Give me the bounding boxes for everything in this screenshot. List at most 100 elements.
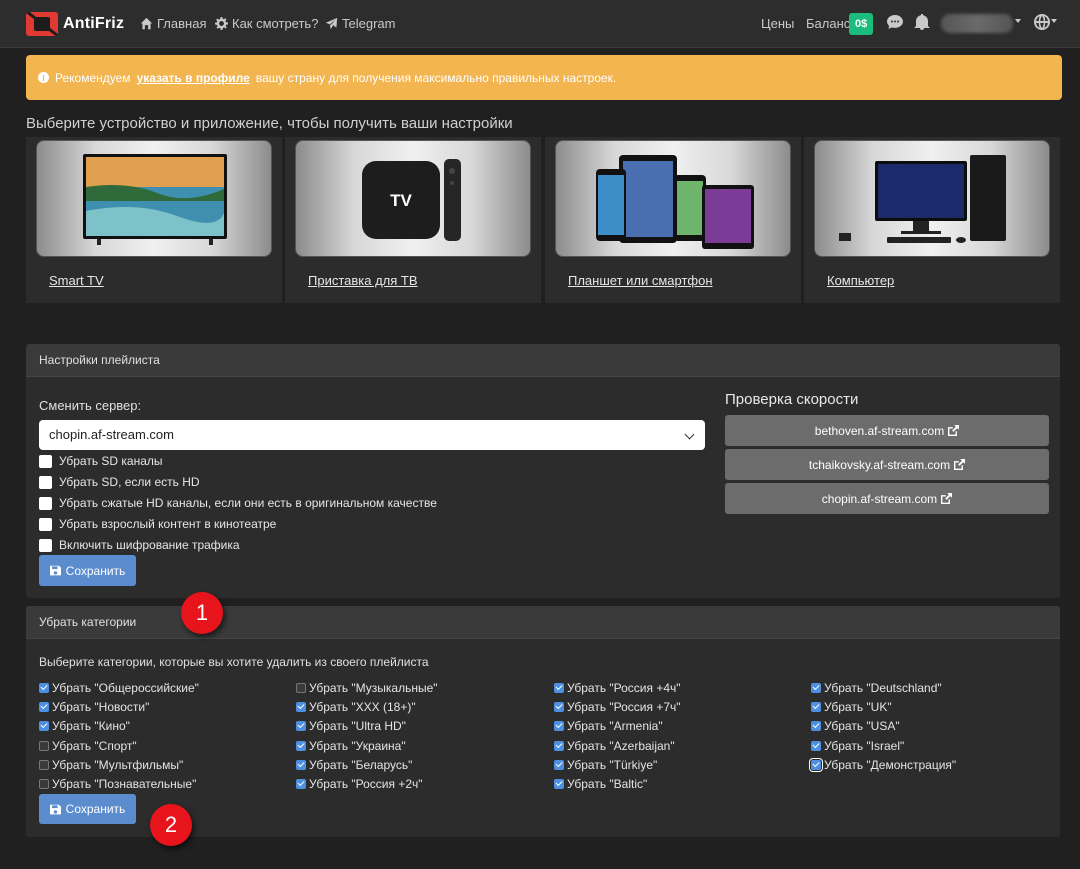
- option-remove-adult[interactable]: Убрать взрослый контент в кинотеатре: [39, 517, 276, 531]
- external-link-icon: [954, 459, 966, 470]
- nav-balance-label[interactable]: Баланс: [806, 16, 850, 31]
- category-item[interactable]: Убрать "Armenia": [554, 719, 663, 733]
- checkbox-unchecked[interactable]: [39, 760, 49, 770]
- speed-server-label: bethoven.af-stream.com: [814, 423, 945, 438]
- category-item[interactable]: Убрать "UK": [811, 700, 892, 714]
- speed-server-bethoven[interactable]: bethoven.af-stream.com: [725, 415, 1049, 446]
- checkbox-checked[interactable]: [296, 721, 306, 731]
- device-label-computer[interactable]: Компьютер: [827, 273, 894, 288]
- checkbox-checked[interactable]: [39, 683, 49, 693]
- category-item[interactable]: Убрать "Украина": [296, 739, 406, 753]
- device-card-tablet-phone[interactable]: Планшет или смартфон: [545, 137, 801, 303]
- category-item[interactable]: Убрать "Israel": [811, 739, 904, 753]
- device-card-smart-tv[interactable]: Smart TV: [26, 137, 282, 303]
- checkbox-checked[interactable]: [811, 741, 821, 751]
- nav-home[interactable]: Главная: [140, 16, 206, 31]
- checkbox-checked[interactable]: [39, 721, 49, 731]
- checkbox-checked[interactable]: [296, 702, 306, 712]
- category-item[interactable]: Убрать "Türkiye": [554, 758, 657, 772]
- option-label: Убрать взрослый контент в кинотеатре: [59, 517, 277, 531]
- option-encryption[interactable]: Включить шифрование трафика: [39, 538, 240, 552]
- checkbox-checked[interactable]: [809, 758, 823, 772]
- option-label: Убрать SD каналы: [59, 454, 163, 468]
- categories-save-button[interactable]: Сохранить: [39, 794, 136, 824]
- category-label: Убрать "Кино": [52, 719, 130, 733]
- chat-icon[interactable]: [887, 14, 905, 32]
- checkbox-checked[interactable]: [296, 760, 306, 770]
- nav-telegram[interactable]: Telegram: [325, 16, 395, 31]
- category-item[interactable]: Убрать "Общероссийские": [39, 681, 199, 695]
- category-item[interactable]: Убрать "Deutschland": [811, 681, 942, 695]
- speed-server-chopin[interactable]: chopin.af-stream.com: [725, 483, 1049, 514]
- checkbox-checked[interactable]: [296, 779, 306, 789]
- checkbox-checked[interactable]: [811, 702, 821, 712]
- checkbox[interactable]: [39, 475, 52, 489]
- balance-badge[interactable]: 0$: [849, 13, 874, 35]
- checkbox-checked[interactable]: [296, 741, 306, 751]
- option-remove-sd[interactable]: Убрать SD каналы: [39, 454, 163, 468]
- playlist-settings-header: Настройки плейлиста: [26, 344, 1060, 377]
- checkbox[interactable]: [39, 454, 52, 468]
- checkbox-checked[interactable]: [554, 760, 564, 770]
- category-item[interactable]: Убрать "XXX (18+)": [296, 700, 416, 714]
- bell-icon[interactable]: [914, 14, 932, 32]
- checkbox-checked[interactable]: [554, 741, 564, 751]
- category-label: Убрать "Azerbaijan": [567, 739, 675, 753]
- alert-profile-link[interactable]: указать в профиле: [137, 71, 250, 85]
- category-item[interactable]: Убрать "Кино": [39, 719, 130, 733]
- category-item[interactable]: Убрать "Беларусь": [296, 758, 412, 772]
- category-item[interactable]: Убрать "Россия +7ч": [554, 700, 681, 714]
- checkbox-checked[interactable]: [811, 721, 821, 731]
- checkbox-checked[interactable]: [554, 721, 564, 731]
- brand-logo[interactable]: [26, 12, 58, 36]
- checkbox-unchecked[interactable]: [296, 683, 306, 693]
- device-label-smart-tv[interactable]: Smart TV: [49, 273, 104, 288]
- speed-test-title: Проверка скорости: [725, 391, 859, 408]
- server-select[interactable]: chopin.af-stream.com: [39, 420, 705, 450]
- save-label: Сохранить: [65, 802, 126, 816]
- checkbox-unchecked[interactable]: [39, 741, 49, 751]
- category-item[interactable]: Убрать "Россия +4ч": [554, 681, 681, 695]
- playlist-save-button[interactable]: Сохранить: [39, 555, 136, 586]
- devices-title: Выберите устройство и приложение, чтобы …: [26, 115, 513, 132]
- checkbox[interactable]: [39, 517, 52, 531]
- nav-prices[interactable]: Цены: [761, 16, 794, 31]
- device-label-tv-box[interactable]: Приставка для ТВ: [308, 273, 418, 288]
- category-label: Убрать "Ultra HD": [309, 719, 406, 733]
- checkbox-checked[interactable]: [554, 702, 564, 712]
- category-item[interactable]: Убрать "Новости": [39, 700, 149, 714]
- category-item[interactable]: Убрать "Демонстрация": [809, 758, 956, 772]
- category-item[interactable]: Убрать "Baltic": [554, 777, 647, 791]
- speed-server-tchaikovsky[interactable]: tchaikovsky.af-stream.com: [725, 449, 1049, 480]
- profile-alert: i Рекомендуем указать в профиле вашу стр…: [26, 55, 1062, 100]
- nav-how-to-watch[interactable]: Как смотреть?: [215, 16, 318, 31]
- category-item[interactable]: Убрать "Спорт": [39, 739, 137, 753]
- device-label-tablet-phone[interactable]: Планшет или смартфон: [568, 273, 713, 288]
- checkbox-unchecked[interactable]: [39, 779, 49, 789]
- gear-icon: [215, 17, 228, 30]
- top-navbar: AntiFriz Главная Как смотреть? Telegram …: [0, 0, 1080, 48]
- checkbox-checked[interactable]: [554, 779, 564, 789]
- device-card-tv-box[interactable]: TV Приставка для ТВ: [285, 137, 541, 303]
- globe-icon[interactable]: [1034, 14, 1052, 32]
- category-item[interactable]: Убрать "Музыкальные": [296, 681, 438, 695]
- category-item[interactable]: Убрать "Мультфильмы": [39, 758, 183, 772]
- category-item[interactable]: Убрать "Ultra HD": [296, 719, 406, 733]
- user-menu[interactable]: [941, 14, 1013, 33]
- device-card-computer[interactable]: Компьютер: [804, 137, 1060, 303]
- checkbox-checked[interactable]: [39, 702, 49, 712]
- checkbox[interactable]: [39, 496, 52, 510]
- option-label: Убрать SD, если есть HD: [59, 475, 200, 489]
- option-remove-sd-if-hd[interactable]: Убрать SD, если есть HD: [39, 475, 200, 489]
- category-item[interactable]: Убрать "Познавательные": [39, 777, 196, 791]
- checkbox-checked[interactable]: [554, 683, 564, 693]
- category-item[interactable]: Убрать "USA": [811, 719, 900, 733]
- checkbox-checked[interactable]: [811, 683, 821, 693]
- checkbox[interactable]: [39, 538, 52, 552]
- category-item[interactable]: Убрать "Azerbaijan": [554, 739, 675, 753]
- brand-name[interactable]: AntiFriz: [63, 15, 124, 33]
- option-remove-compressed-hd[interactable]: Убрать сжатые HD каналы, если они есть в…: [39, 496, 437, 510]
- category-label: Убрать "Россия +2ч": [309, 777, 423, 791]
- category-item[interactable]: Убрать "Россия +2ч": [296, 777, 423, 791]
- alert-suffix: вашу страну для получения максимально пр…: [255, 70, 617, 85]
